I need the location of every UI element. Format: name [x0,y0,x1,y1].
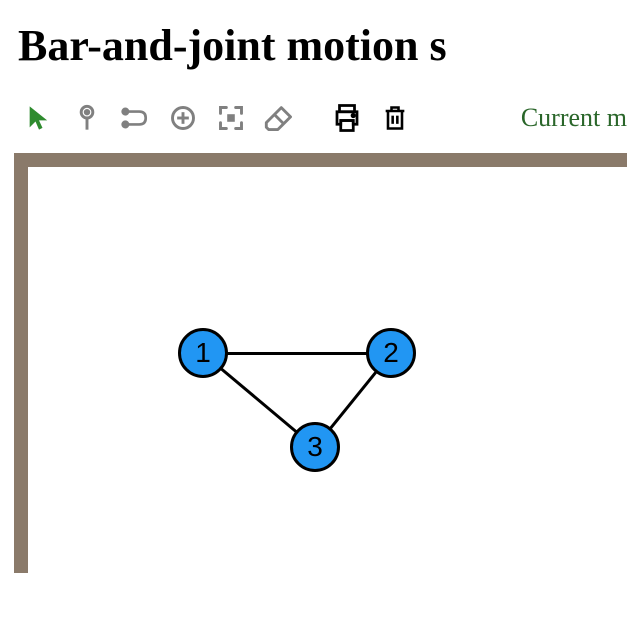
page-title: Bar-and-joint motion s [18,20,627,71]
graph-node[interactable]: 3 [290,422,340,472]
cursor-icon [25,104,53,132]
delete-button[interactable] [378,101,412,135]
print-button[interactable] [330,101,364,135]
fit-icon [217,104,245,132]
path-tool-button[interactable] [118,101,152,135]
toolbar: Current m [22,101,627,135]
pin-icon [73,104,101,132]
graph-edge[interactable] [203,352,391,355]
eraser-icon [264,104,294,132]
graph-node[interactable]: 2 [366,328,416,378]
add-tool-button[interactable] [166,101,200,135]
select-tool-button[interactable] [22,101,56,135]
graph-node[interactable]: 1 [178,328,228,378]
trash-icon [381,103,409,133]
pin-tool-button[interactable] [70,101,104,135]
erase-tool-button[interactable] [262,101,296,135]
add-icon [169,104,197,132]
print-icon [332,103,362,133]
path-icon [120,104,150,132]
canvas[interactable]: 1 23 [14,153,627,573]
fit-tool-button[interactable] [214,101,248,135]
status-label: Current m [521,103,627,133]
